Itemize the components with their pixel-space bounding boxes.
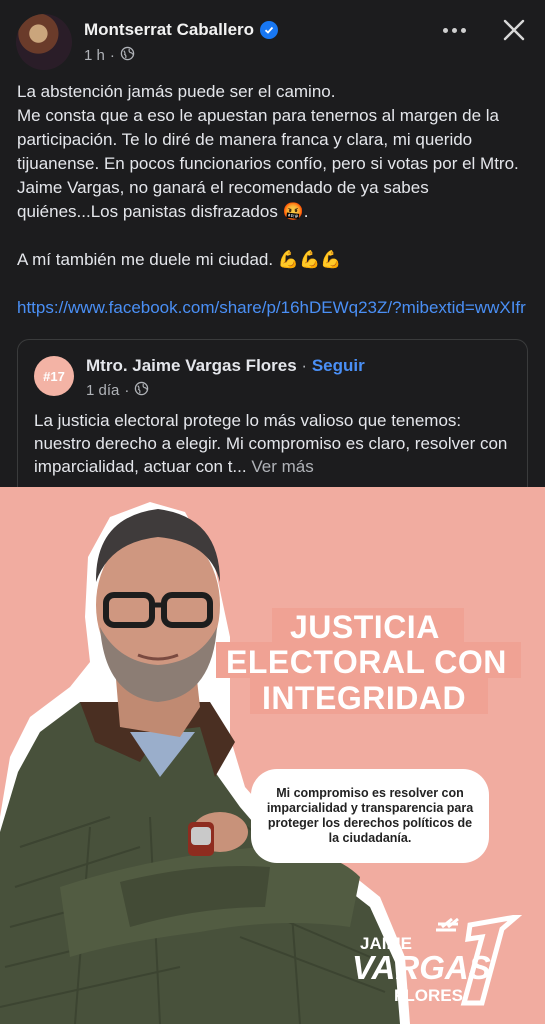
page-avatar[interactable]: #17 — [34, 356, 74, 396]
share-link[interactable]: https://www.facebook.com/share/p/16hDEWq… — [17, 296, 532, 320]
close-button[interactable] — [498, 14, 530, 46]
meta-separator: · — [124, 382, 130, 399]
headline: JUSTICIA ELECTORAL CON INTEGRIDAD — [216, 608, 521, 716]
quote-bubble: Mi compromiso es resolver con imparciali… — [251, 769, 489, 863]
more-icon — [442, 27, 448, 33]
globe-icon — [120, 46, 135, 65]
close-icon — [503, 19, 525, 41]
post-body: La abstención jamás puede ser el camino.… — [17, 80, 532, 320]
promo-image[interactable]: JUSTICIA ELECTORAL CON INTEGRIDAD Mi com… — [0, 487, 545, 1024]
see-more-link[interactable]: Ver más — [251, 457, 313, 476]
post-paragraph: A mí también me duele mi ciudad. 💪💪💪 — [17, 250, 342, 269]
shared-post-card[interactable]: #17 Mtro. Jaime Vargas Flores · Seguir 1… — [17, 339, 528, 499]
headline-line-1: JUSTICIA — [290, 609, 440, 645]
post-paragraph: Me consta que a eso le apuestan para ten… — [17, 106, 519, 221]
more-options-button[interactable] — [436, 18, 472, 42]
candidate-logo: JAIME VARGAS FLORES — [352, 915, 522, 1006]
meta-separator: · — [109, 47, 115, 64]
shared-text: La justicia electoral protege lo más val… — [34, 409, 519, 478]
author-name-row[interactable]: Montserrat Caballero — [84, 20, 279, 40]
post-header: Montserrat Caballero 1 h · — [0, 0, 545, 80]
shared-meta: 1 día · — [86, 381, 149, 400]
name-dot: · — [296, 356, 312, 375]
post-paragraph: La abstención jamás puede ser el camino. — [17, 82, 336, 101]
page-name-row: Mtro. Jaime Vargas Flores · Seguir — [86, 356, 365, 376]
author-avatar[interactable] — [16, 14, 72, 70]
verified-badge-icon — [260, 21, 279, 39]
headline-line-2: ELECTORAL CON — [226, 644, 507, 680]
post-meta: 1 h · — [84, 46, 135, 65]
globe-icon — [134, 381, 149, 400]
page-name[interactable]: Mtro. Jaime Vargas Flores — [86, 356, 297, 375]
follow-button[interactable]: Seguir — [312, 356, 365, 375]
logo-last-name: VARGAS — [352, 949, 491, 986]
logo-second-last-name: FLORES — [394, 986, 463, 1005]
headline-line-3: INTEGRIDAD — [262, 680, 467, 716]
author-name[interactable]: Montserrat Caballero — [84, 20, 254, 40]
post-time[interactable]: 1 h — [84, 47, 105, 64]
shared-time[interactable]: 1 día — [86, 382, 119, 399]
